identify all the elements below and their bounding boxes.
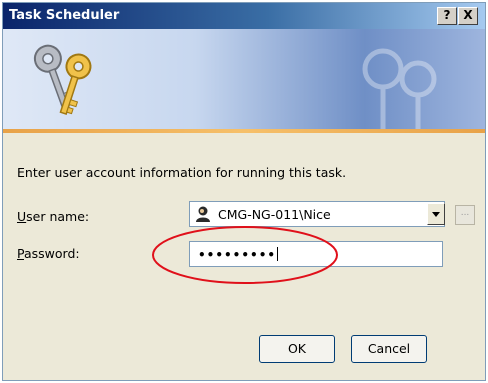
dropdown-arrow-icon[interactable] bbox=[427, 203, 445, 225]
banner-watermark bbox=[362, 48, 437, 129]
user-name-label: User name: bbox=[17, 209, 89, 224]
password-field[interactable]: ••••••••• bbox=[189, 241, 443, 267]
password-value: ••••••••• bbox=[198, 247, 279, 262]
browse-button[interactable]: ... bbox=[455, 205, 475, 225]
ok-button[interactable]: OK bbox=[259, 335, 335, 363]
user-name-label-text: ser name: bbox=[26, 209, 90, 224]
password-accelerator: P bbox=[17, 246, 24, 261]
user-account-icon bbox=[194, 205, 212, 223]
task-scheduler-dialog: Task Scheduler ? X Enter user account in… bbox=[2, 2, 486, 381]
user-name-accelerator: U bbox=[17, 209, 27, 224]
instruction-text: Enter user account information for runni… bbox=[17, 165, 347, 180]
keys-icon bbox=[33, 44, 92, 115]
text-caret bbox=[277, 247, 279, 261]
password-label: Password: bbox=[17, 246, 80, 261]
banner-divider bbox=[3, 129, 485, 133]
help-button[interactable]: ? bbox=[437, 7, 457, 25]
password-label-text: assword: bbox=[23, 246, 80, 261]
user-name-value: CMG-NG-011\Nice bbox=[218, 207, 331, 222]
header-banner bbox=[3, 29, 485, 129]
user-name-combo[interactable]: CMG-NG-011\Nice bbox=[189, 201, 445, 227]
password-masked-text: ••••••••• bbox=[198, 248, 277, 262]
cancel-button[interactable]: Cancel bbox=[351, 335, 427, 363]
title-bar[interactable]: Task Scheduler ? X bbox=[3, 3, 485, 29]
close-button[interactable]: X bbox=[458, 7, 478, 25]
window-title: Task Scheduler bbox=[9, 8, 120, 23]
